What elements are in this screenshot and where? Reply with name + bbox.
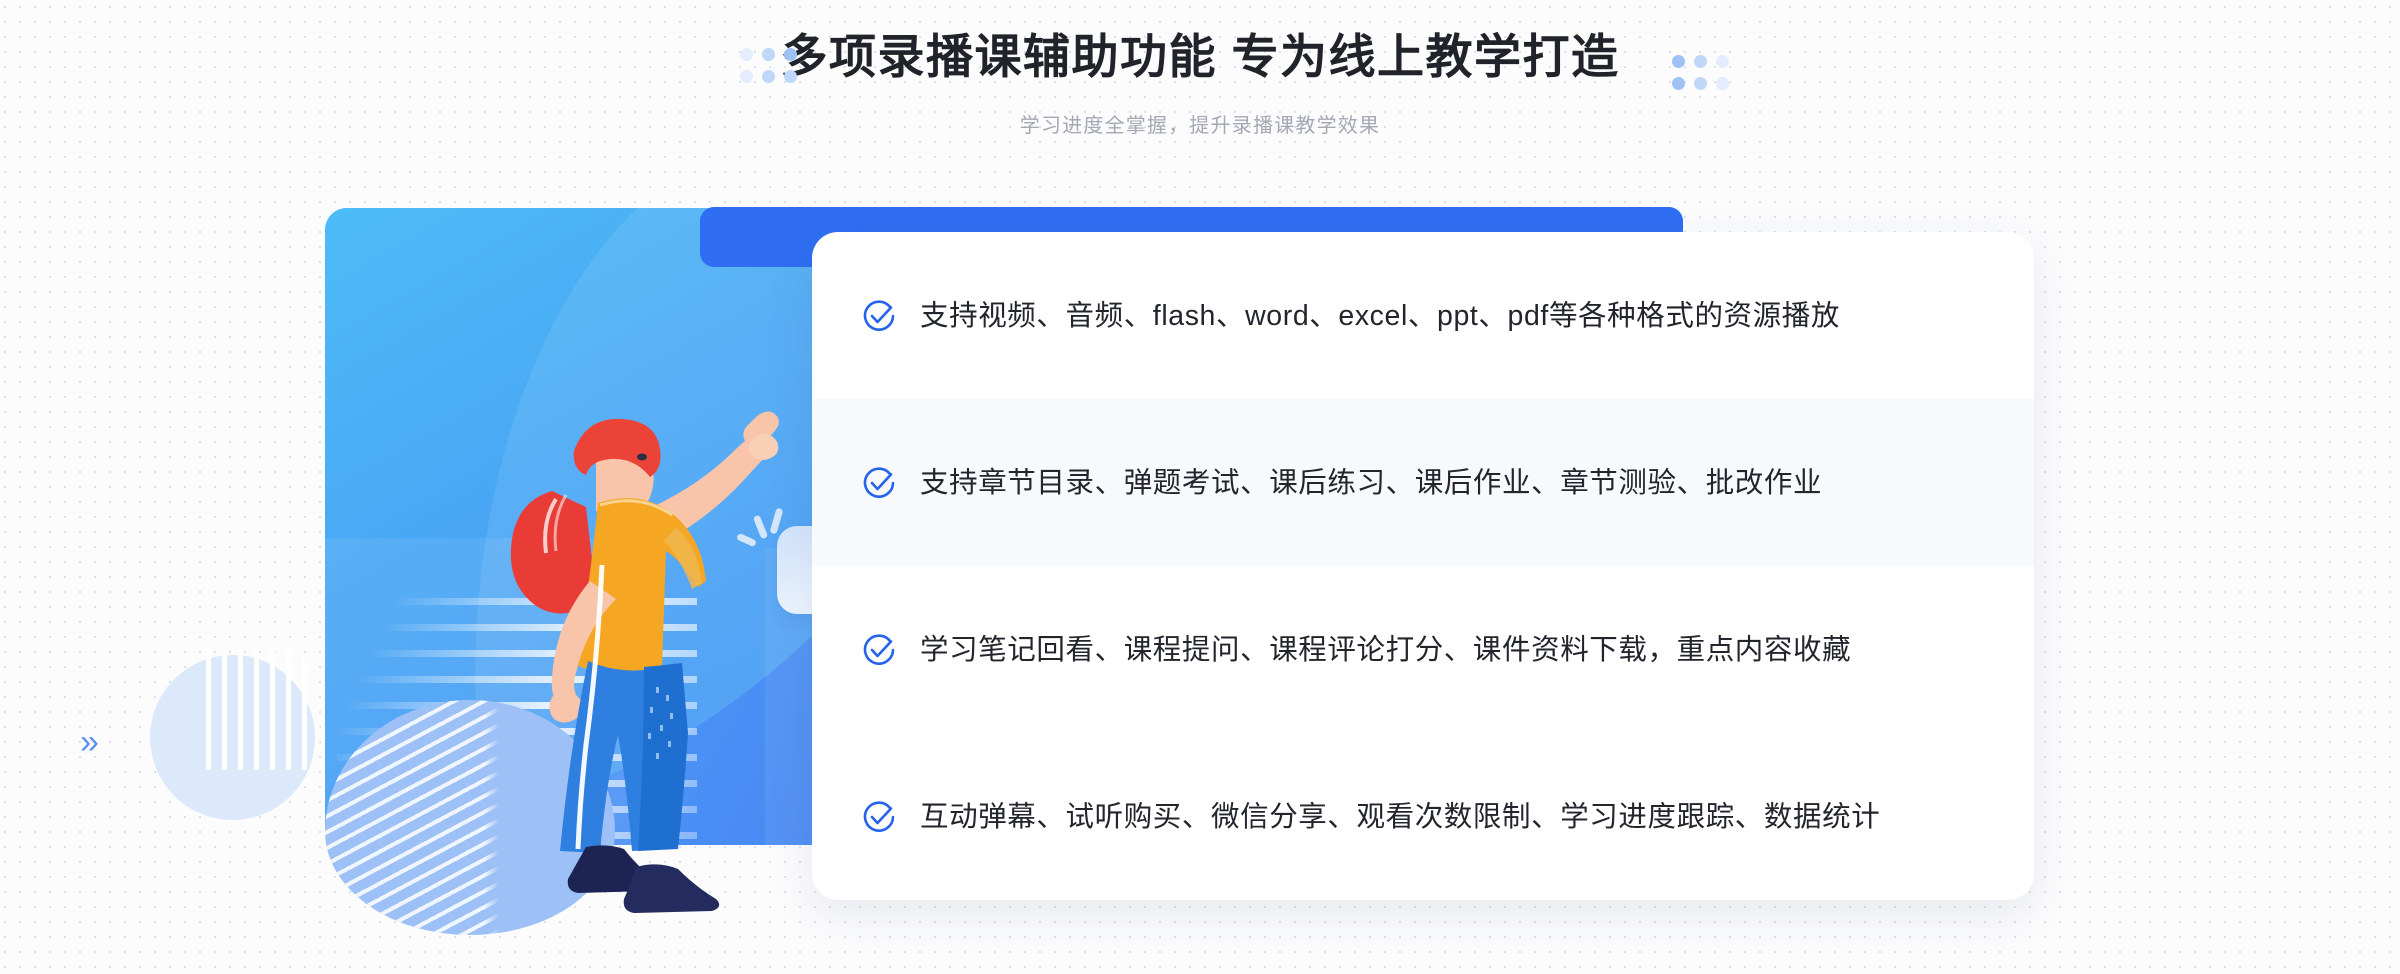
feature-text: 互动弹幕、试听购买、微信分享、观看次数限制、学习进度跟踪、数据统计 [920, 800, 1881, 833]
circle-check-icon [863, 466, 895, 498]
decorative-dot [740, 48, 753, 61]
double-chevron-right-icon: » [80, 723, 99, 761]
decorative-dot [784, 70, 797, 83]
feature-text: 支持视频、音频、flash、word、excel、ppt、pdf等各种格式的资源… [920, 299, 1840, 332]
circle-check-icon [863, 299, 895, 331]
decorative-dot [1672, 55, 1685, 68]
decorative-dot [784, 48, 797, 61]
feature-row[interactable]: 互动弹幕、试听购买、微信分享、观看次数限制、学习进度跟踪、数据统计 [812, 733, 2034, 900]
decorative-dot [740, 70, 753, 83]
feature-text: 支持章节目录、弹题考试、课后练习、课后作业、章节测验、批改作业 [920, 466, 1823, 499]
decorative-dot [1716, 77, 1729, 90]
page-title: 多项录播课辅助功能 专为线上教学打造 [780, 30, 1620, 83]
circle-check-icon [863, 633, 895, 665]
feature-row[interactable]: 支持章节目录、弹题考试、课后练习、课后作业、章节测验、批改作业 [812, 399, 2034, 566]
decorative-dot [1716, 55, 1729, 68]
dot-cluster-right-decoration [1672, 55, 1729, 90]
feature-row[interactable]: 支持视频、音频、flash、word、excel、ppt、pdf等各种格式的资源… [812, 232, 2034, 399]
decorative-dot [762, 48, 775, 61]
feature-text: 学习笔记回看、课程提问、课程评论打分、课件资料下载，重点内容收藏 [920, 633, 1852, 666]
feature-list-card: 支持视频、音频、flash、word、excel、ppt、pdf等各种格式的资源… [812, 232, 2034, 900]
feature-row[interactable]: 学习笔记回看、课程提问、课程评论打分、课件资料下载，重点内容收藏 [812, 566, 2034, 733]
decorative-dot [1694, 77, 1707, 90]
decorative-dot [762, 70, 775, 83]
page-subtitle: 学习进度全掌握，提升录播课教学效果 [1019, 115, 1381, 137]
striped-circle-decoration [206, 650, 321, 770]
decorative-dot [1672, 77, 1685, 90]
page-header: 多项录播课辅助功能 专为线上教学打造 学习进度全掌握，提升录播课教学效果 [0, 0, 2400, 160]
dot-cluster-left-decoration [740, 48, 797, 83]
circle-check-icon [863, 800, 895, 832]
person-illustration [510, 411, 779, 913]
decorative-dot [1694, 55, 1707, 68]
